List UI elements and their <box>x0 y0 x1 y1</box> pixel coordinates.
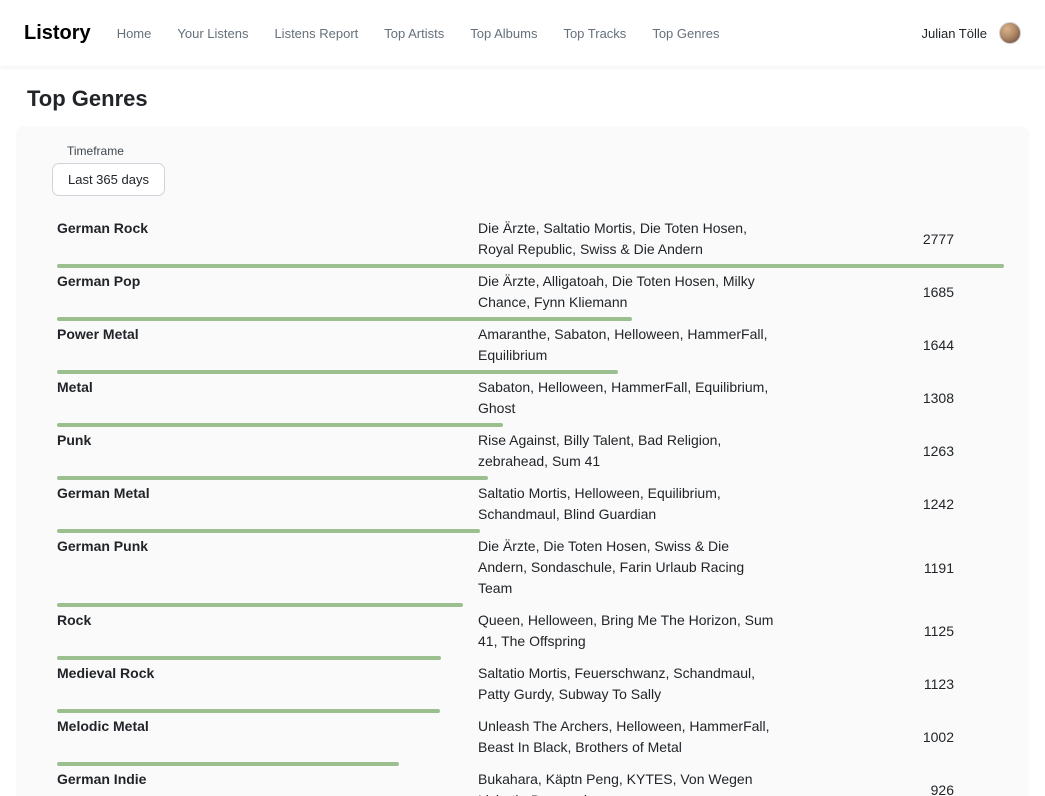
genre-row: German Pop Die Ärzte, Alligatoah, Die To… <box>52 271 1004 321</box>
genre-bar-track <box>57 603 1004 607</box>
top-genres-card: Timeframe Last 365 days German Rock Die … <box>16 126 1029 796</box>
nav-item-top-artists[interactable]: Top Artists <box>384 26 444 41</box>
genre-artists: Rise Against, Billy Talent, Bad Religion… <box>478 430 778 472</box>
genre-bar-fill <box>57 423 503 427</box>
genre-row: German Punk Die Ärzte, Die Toten Hosen, … <box>52 536 1004 607</box>
genre-name: German Pop <box>57 271 478 292</box>
genre-bar-track <box>57 264 1004 268</box>
genre-count: 1263 <box>778 443 1004 459</box>
genre-artists: Die Ärzte, Saltatio Mortis, Die Toten Ho… <box>478 218 778 260</box>
genre-count: 926 <box>778 782 1004 796</box>
genre-artists: Queen, Helloween, Bring Me The Horizon, … <box>478 610 778 652</box>
genre-bar-track <box>57 423 1004 427</box>
genre-bar-track <box>57 476 1004 480</box>
page-title: Top Genres <box>27 86 1029 112</box>
genre-bar-fill <box>57 603 463 607</box>
genre-table-body: German Rock Die Ärzte, Saltatio Mortis, … <box>52 218 1004 796</box>
genre-artists: Amaranthe, Sabaton, Helloween, HammerFal… <box>478 324 778 366</box>
genre-name: Punk <box>57 430 478 451</box>
main-nav: Home Your Listens Listens Report Top Artist… <box>117 26 720 41</box>
nav-item-top-genres[interactable]: Top Genres <box>652 26 719 41</box>
genre-artists: Bukahara, Käptn Peng, KYTES, Von Wegen L… <box>478 769 778 796</box>
genre-row: German Rock Die Ärzte, Saltatio Mortis, … <box>52 218 1004 268</box>
genre-artists: Unleash The Archers, Helloween, HammerFa… <box>478 716 778 758</box>
user-name: Julian Tölle <box>921 26 987 41</box>
genre-bar-track <box>57 529 1004 533</box>
genre-row-content: German Metal Saltatio Mortis, Helloween,… <box>52 483 1004 525</box>
genre-row: German Indie Bukahara, Käptn Peng, KYTES… <box>52 769 1004 796</box>
genre-count: 1685 <box>778 284 1004 300</box>
genre-row-content: Medieval Rock Saltatio Mortis, Feuerschw… <box>52 663 1004 705</box>
genre-row-content: German Punk Die Ärzte, Die Toten Hosen, … <box>52 536 1004 599</box>
genre-bar-fill <box>57 370 618 374</box>
genre-artists: Die Ärzte, Die Toten Hosen, Swiss & Die … <box>478 536 778 599</box>
genre-count: 1242 <box>778 496 1004 512</box>
genre-artists: Sabaton, Helloween, HammerFall, Equilibr… <box>478 377 778 419</box>
genre-row: German Metal Saltatio Mortis, Helloween,… <box>52 483 1004 533</box>
genre-name: German Punk <box>57 536 478 557</box>
genre-bar-track <box>57 709 1004 713</box>
genre-name: German Indie <box>57 769 478 790</box>
user-avatar[interactable] <box>999 22 1021 44</box>
nav-item-home[interactable]: Home <box>117 26 152 41</box>
genre-count: 1191 <box>778 560 1004 576</box>
genre-name: German Rock <box>57 218 478 239</box>
genre-name: Metal <box>57 377 478 398</box>
nav-item-top-albums[interactable]: Top Albums <box>470 26 537 41</box>
genre-count: 1308 <box>778 390 1004 406</box>
nav-item-listens-report[interactable]: Listens Report <box>274 26 358 41</box>
top-nav: Listory Home Your Listens Listens Report To… <box>0 0 1045 66</box>
genre-name: Power Metal <box>57 324 478 345</box>
genre-name: Medieval Rock <box>57 663 478 684</box>
genre-row-content: Metal Sabaton, Helloween, HammerFall, Eq… <box>52 377 1004 419</box>
genre-row-content: German Indie Bukahara, Käptn Peng, KYTES… <box>52 769 1004 796</box>
genre-bar-track <box>57 317 1004 321</box>
genre-bar-fill <box>57 656 441 660</box>
genre-row-content: Punk Rise Against, Billy Talent, Bad Rel… <box>52 430 1004 472</box>
genre-name: Melodic Metal <box>57 716 478 737</box>
genre-artists: Die Ärzte, Alligatoah, Die Toten Hosen, … <box>478 271 778 313</box>
genre-row: Metal Sabaton, Helloween, HammerFall, Eq… <box>52 377 1004 427</box>
genre-row-content: Melodic Metal Unleash The Archers, Hello… <box>52 716 1004 758</box>
genre-count: 1123 <box>778 676 1004 692</box>
genre-row: Melodic Metal Unleash The Archers, Hello… <box>52 716 1004 766</box>
genre-bar-fill <box>57 709 440 713</box>
genre-bar-fill <box>57 762 399 766</box>
genre-row: Punk Rise Against, Billy Talent, Bad Rel… <box>52 430 1004 480</box>
timeframe-label: Timeframe <box>67 144 1004 158</box>
genre-count: 1002 <box>778 729 1004 745</box>
genre-row: Rock Queen, Helloween, Bring Me The Hori… <box>52 610 1004 660</box>
genre-count: 2777 <box>778 231 1004 247</box>
genre-count: 1644 <box>778 337 1004 353</box>
genre-artists: Saltatio Mortis, Feuerschwanz, Schandmau… <box>478 663 778 705</box>
genre-bar-fill <box>57 317 632 321</box>
genre-row-content: Power Metal Amaranthe, Sabaton, Hellowee… <box>52 324 1004 366</box>
genre-name: Rock <box>57 610 478 631</box>
user-menu[interactable]: Julian Tölle <box>921 22 1021 44</box>
genre-bar-fill <box>57 264 1004 268</box>
timeframe-filter: Timeframe Last 365 days <box>52 144 1004 196</box>
genre-bar-track <box>57 762 1004 766</box>
genre-row-content: German Pop Die Ärzte, Alligatoah, Die To… <box>52 271 1004 313</box>
page-content: Top Genres Timeframe Last 365 days Germa… <box>0 86 1045 796</box>
nav-item-top-tracks[interactable]: Top Tracks <box>563 26 626 41</box>
genre-row: Power Metal Amaranthe, Sabaton, Hellowee… <box>52 324 1004 374</box>
genre-bar-fill <box>57 476 488 480</box>
timeframe-select[interactable]: Last 365 days <box>52 163 165 196</box>
nav-item-your-listens[interactable]: Your Listens <box>177 26 248 41</box>
genre-row-content: Rock Queen, Helloween, Bring Me The Hori… <box>52 610 1004 652</box>
genre-count: 1125 <box>778 623 1004 639</box>
genre-name: German Metal <box>57 483 478 504</box>
genre-row-content: German Rock Die Ärzte, Saltatio Mortis, … <box>52 218 1004 260</box>
genre-bar-fill <box>57 529 480 533</box>
app-logo[interactable]: Listory <box>24 22 91 45</box>
genre-bar-track <box>57 370 1004 374</box>
genre-row: Medieval Rock Saltatio Mortis, Feuerschw… <box>52 663 1004 713</box>
genre-bar-track <box>57 656 1004 660</box>
genre-artists: Saltatio Mortis, Helloween, Equilibrium,… <box>478 483 778 525</box>
